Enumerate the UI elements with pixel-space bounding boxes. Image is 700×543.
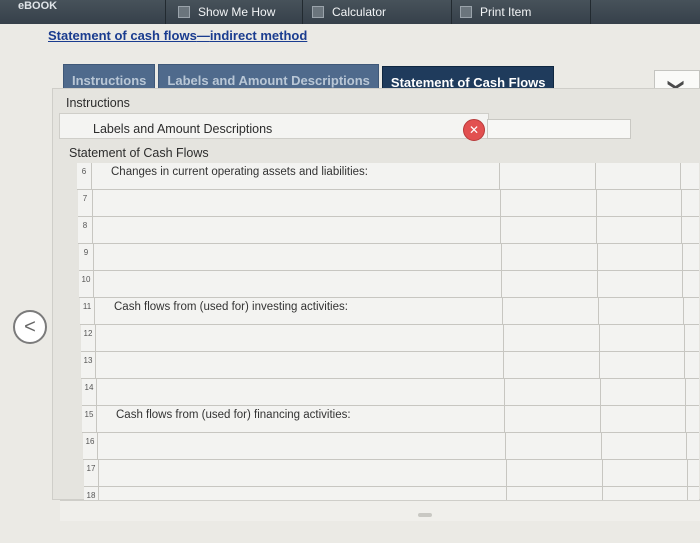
show-me-how-label: Show Me How <box>198 5 276 19</box>
show-me-how-icon <box>178 6 190 18</box>
row-number: 10 <box>79 271 94 297</box>
table-row: 6 Changes in current operating assets and… <box>77 163 699 190</box>
row-number: 8 <box>78 217 93 243</box>
page-title: Statement of cash flows—indirect method <box>48 28 307 43</box>
back-navigation-button[interactable]: < <box>13 310 47 344</box>
row-number: 11 <box>80 298 95 324</box>
calculator-button[interactable]: Calculator <box>312 0 386 24</box>
toolbar-divider <box>451 0 452 24</box>
row-number: 13 <box>81 352 96 378</box>
table-row: 12 <box>81 325 699 352</box>
amount-cell[interactable] <box>506 433 602 459</box>
total-cell[interactable] <box>596 217 682 243</box>
total-cell[interactable] <box>597 271 683 297</box>
bottom-bar <box>60 500 700 521</box>
print-icon <box>460 6 472 18</box>
row-number: 6 <box>77 163 92 189</box>
row-number: 12 <box>81 325 96 351</box>
row-number: 9 <box>79 244 94 270</box>
amount-cell[interactable] <box>503 298 599 324</box>
amount-cell[interactable] <box>502 271 598 297</box>
cash-flow-grid: 6 Changes in current operating assets and… <box>77 163 699 514</box>
table-row: 11 Cash flows from (used for) investing a… <box>80 298 699 325</box>
table-row: 16 <box>83 433 699 460</box>
row-label-cell[interactable]: Changes in current operating assets and … <box>95 163 500 189</box>
row-number: 16 <box>83 433 98 459</box>
amount-cell[interactable] <box>505 406 601 432</box>
amount-cell[interactable] <box>504 325 600 351</box>
row-label-cell[interactable] <box>97 271 502 297</box>
page-title-sub: indirect method <box>209 28 308 43</box>
row-label-cell[interactable] <box>96 217 501 243</box>
total-cell[interactable] <box>597 244 683 270</box>
chevron-left-icon: < <box>24 315 36 338</box>
table-row: 17 <box>84 460 699 487</box>
amount-cell[interactable] <box>507 460 603 486</box>
total-cell[interactable] <box>595 163 681 189</box>
total-cell[interactable] <box>601 433 687 459</box>
row-label-cell[interactable] <box>99 352 504 378</box>
row-number: 17 <box>84 460 99 486</box>
amount-cell[interactable] <box>504 352 600 378</box>
amount-cell[interactable] <box>501 190 597 216</box>
statement-work-area: Instructions Labels and Amount Descripti… <box>52 88 700 514</box>
close-icon[interactable]: ✕ <box>463 119 485 141</box>
toolbar-divider <box>165 0 166 24</box>
row-label-cell[interactable] <box>101 433 506 459</box>
statement-of-cash-flows-heading: Statement of Cash Flows <box>69 146 209 160</box>
row-label-cell[interactable] <box>99 325 504 351</box>
row-label-cell[interactable]: Cash flows from (used for) financing act… <box>100 406 505 432</box>
calculator-label: Calculator <box>332 5 387 19</box>
row-label-cell[interactable] <box>100 379 505 405</box>
total-cell[interactable] <box>599 352 685 378</box>
row-label-cell[interactable]: Cash flows from (used for) investing act… <box>98 298 503 324</box>
total-cell[interactable] <box>600 379 686 405</box>
row-label-cell[interactable] <box>96 190 501 216</box>
total-cell[interactable] <box>599 325 685 351</box>
top-toolbar: eBOOK Show Me How Calculator Print Item <box>0 0 700 24</box>
show-me-how-button[interactable]: Show Me How <box>178 0 275 24</box>
total-cell[interactable] <box>600 406 686 432</box>
row-label-cell[interactable] <box>97 244 502 270</box>
print-item-label: Print Item <box>480 5 532 19</box>
toolbar-divider <box>590 0 591 24</box>
row-label-cell[interactable] <box>102 460 507 486</box>
table-row: 10 <box>79 271 699 298</box>
page-title-main: Statement of cash flows <box>48 28 197 43</box>
instructions-link[interactable]: Instructions <box>66 96 130 110</box>
row-number: 7 <box>78 190 93 216</box>
total-cell[interactable] <box>596 190 682 216</box>
label-input-field[interactable] <box>487 119 631 139</box>
amount-cell[interactable] <box>502 244 598 270</box>
table-row: 15 Cash flows from (used for) financing a… <box>82 406 699 433</box>
calculator-icon <box>312 6 324 18</box>
page-title-dash: — <box>196 28 210 43</box>
amount-cell[interactable] <box>505 379 601 405</box>
total-cell[interactable] <box>598 298 684 324</box>
amount-cell[interactable] <box>501 217 597 243</box>
labels-and-amount-descriptions-link[interactable]: Labels and Amount Descriptions <box>93 122 272 136</box>
scroll-handle[interactable] <box>418 513 432 517</box>
row-number: 14 <box>82 379 97 405</box>
print-item-button[interactable]: Print Item <box>460 0 531 24</box>
total-cell[interactable] <box>602 460 688 486</box>
amount-cell[interactable] <box>500 163 596 189</box>
row-number: 15 <box>82 406 97 432</box>
table-row: 13 <box>81 352 699 379</box>
table-row: 7 <box>78 190 699 217</box>
table-row: 14 <box>82 379 699 406</box>
ebook-logo[interactable]: eBOOK <box>18 0 57 18</box>
table-row: 8 <box>78 217 699 244</box>
toolbar-divider <box>302 0 303 24</box>
table-row: 9 <box>79 244 699 271</box>
